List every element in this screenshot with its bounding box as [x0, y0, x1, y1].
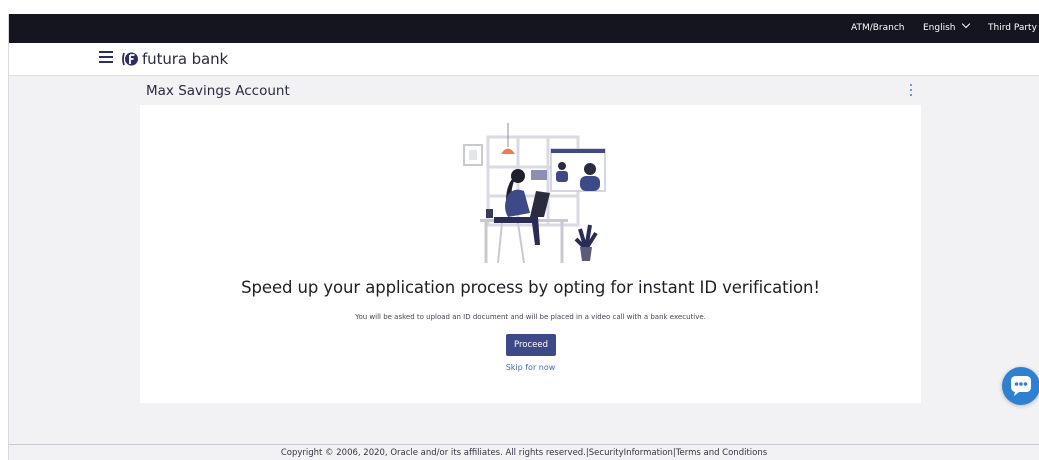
footer: Copyright © 2006, 2020, Oracle and/or it…: [9, 448, 1039, 458]
footer-divider: [9, 444, 1039, 445]
app-frame: ATM/Branch English Third Party futura ba…: [8, 14, 1039, 460]
third-party-selector[interactable]: Third Party: [988, 14, 1039, 43]
brand-logo[interactable]: futura bank: [121, 49, 228, 69]
copyright-text: Copyright © 2006, 2020, Oracle and/or it…: [280, 448, 589, 458]
language-label: English: [923, 23, 956, 33]
brand-name: futura bank: [142, 50, 229, 68]
chat-button[interactable]: [1002, 367, 1039, 405]
subtext: You will be asked to upload an ID docume…: [355, 313, 706, 321]
security-information-link[interactable]: SecurityInformation: [589, 448, 673, 458]
hamburger-icon[interactable]: [99, 51, 113, 63]
video-verification-illustration: [463, 123, 606, 264]
headline: Speed up your application process by opt…: [241, 278, 820, 297]
header: futura bank: [9, 43, 1039, 76]
verification-card: Speed up your application process by opt…: [140, 105, 921, 403]
chevron-down-icon: [961, 19, 970, 29]
kebab-icon[interactable]: [908, 84, 914, 96]
proceed-button[interactable]: Proceed: [506, 334, 556, 356]
futura-logo-icon: [122, 52, 138, 66]
page-title: Max Savings Account: [146, 83, 290, 99]
skip-for-now-link[interactable]: Skip for now: [140, 363, 921, 372]
top-bar: ATM/Branch English Third Party: [9, 14, 1039, 43]
language-selector[interactable]: English: [923, 14, 970, 43]
third-party-label: Third Party: [988, 23, 1037, 33]
chat-icon: [1011, 376, 1031, 396]
terms-and-conditions-link[interactable]: Terms and Conditions: [676, 448, 767, 458]
atm-branch-link[interactable]: ATM/Branch: [851, 14, 905, 43]
